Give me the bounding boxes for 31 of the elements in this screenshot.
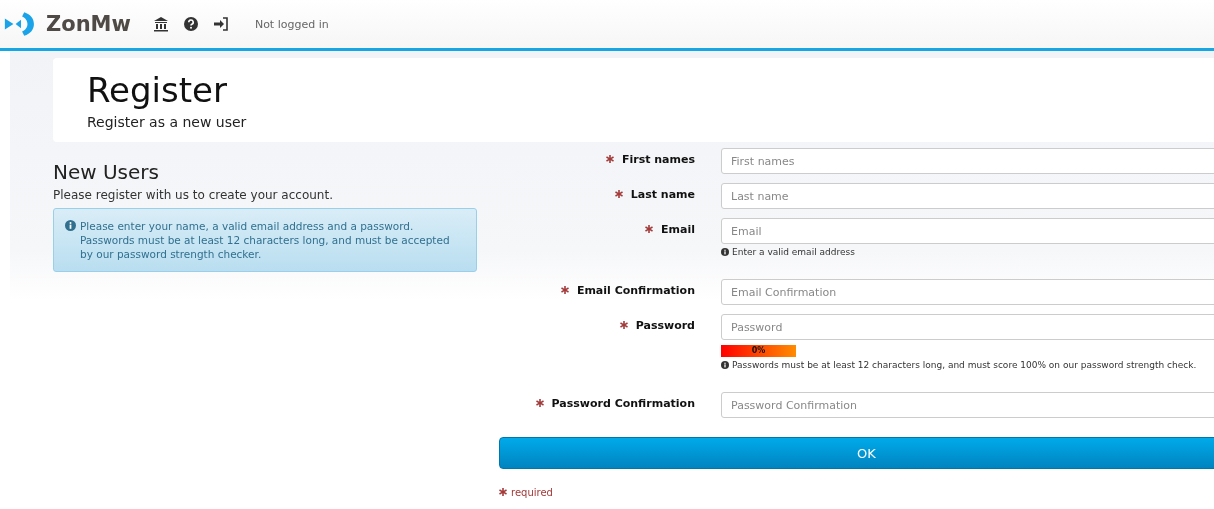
institution-icon[interactable] [152,16,169,32]
field-label: Email [661,223,695,236]
field-label: Password Confirmation [551,397,695,410]
input-field[interactable]: Password Confirmation [721,392,1214,418]
input-field[interactable]: Password [721,314,1214,340]
help-text: Passwords must be at least 12 characters long, and must score 100% on our password strength check. [732,360,1197,370]
page-title: Register [87,69,228,111]
field-label: First names [621,153,695,166]
field-label: Email Confirmation [576,284,695,297]
help-text: Enter a valid email address [732,247,855,257]
info-icon [721,248,729,256]
help-icon[interactable] [182,16,199,32]
section-heading: New Users [53,160,160,184]
required-icon [499,488,507,496]
info-icon [721,361,729,369]
input-field[interactable]: First names [721,148,1214,174]
intro-text: Please register with us to create your account. [53,188,334,202]
info-icon [65,220,76,231]
field-label: Password [635,319,695,332]
login-status: Not logged in [254,17,329,31]
input-field[interactable]: Email Confirmation [721,279,1214,305]
input-field[interactable]: Last name [721,183,1214,209]
sign-in-icon[interactable] [212,16,229,32]
brand-name: ZonMw [46,12,131,36]
legend-text: required [511,487,553,498]
info-text: Please enter your name, a valid email address and a password. Passwords must be at least 12 characters long, and must be accepted by our password strength checker. [80,219,451,261]
strength-meter: 0% [721,345,796,357]
field-label: Last name [630,188,695,201]
page-subtitle: Register as a new user [87,114,248,130]
ok-button[interactable]: OK [499,437,1214,469]
input-field[interactable]: Email [721,218,1214,244]
